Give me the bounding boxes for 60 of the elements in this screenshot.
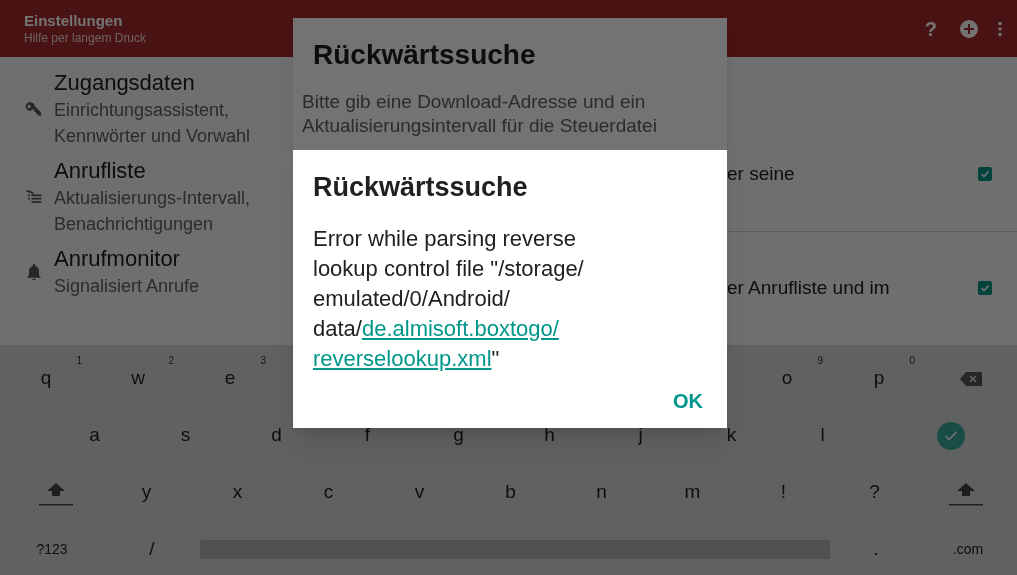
keyboard-key[interactable]: v [414,478,425,507]
error-message: Error while parsing reverse lookup control file "/storage/ emulated/0/Android/ data/de.almisoft.boxtogo/ reverselookup.xml" [313,225,585,373]
checkbox[interactable] [978,167,992,181]
keyboard-key[interactable]: c [323,478,334,507]
keyboard-key[interactable]: f [364,421,371,450]
keyboard-key[interactable]: p [873,364,885,393]
check-icon [980,283,990,294]
setting-summary: Einrichtungsassistent, Kennwörter und Vorwahl [54,99,252,148]
keyboard-key[interactable]: y [141,478,152,507]
key-hint: 2 [168,354,174,368]
key-hint: 9 [817,354,823,368]
keyboard-key[interactable]: q [40,364,52,393]
setting-summary: Aktualisierungs-Intervall, Benachrichtigungen [54,187,252,236]
keyboard-key[interactable]: o [781,364,793,393]
keyboard-key[interactable]: l [820,421,825,450]
keyboard-key[interactable]: b [505,478,516,507]
dialog-message: Bitte gib eine Download-Adresse und ein Aktualisierungsintervall für die Steuerdatei [302,90,658,138]
setting-title: Zugangsdaten [54,69,196,97]
key-hint: 0 [909,354,915,368]
file-link[interactable]: reverselookup.xml [313,346,492,371]
setting-summary: Signalisiert Anrufe [54,275,201,298]
check-icon [944,429,958,442]
keyboard-key[interactable]: x [232,478,243,507]
keyboard-key[interactable]: n [596,478,607,507]
setting-title: er Anrufliste und im [727,276,890,301]
more-options-button[interactable] [997,20,1003,37]
file-link[interactable]: de.almisoft.boxtogo/ [361,316,559,341]
keyboard-key[interactable]: g [453,421,464,450]
keyboard-key[interactable]: j [638,421,643,450]
checkbox[interactable] [978,281,992,296]
toolbar-subtitle: Hilfe per langem Druck [24,30,148,46]
toolbar-title: Einstellungen [24,11,124,30]
keyboard-key[interactable]: ? [869,478,880,507]
key-hint: 1 [76,354,82,368]
setting-title: Anrufmonitor [54,245,181,273]
keyboard-key[interactable]: k [726,421,737,450]
bell-icon [24,262,44,282]
keyboard-key[interactable]: ! [780,478,787,507]
ok-button[interactable]: OK [669,384,707,418]
help-button[interactable]: ? [920,18,941,39]
setting-title: Anrufliste [54,157,147,185]
keyboard-key[interactable]: m [684,478,701,507]
setting-title: er seine [727,161,795,186]
key-hint: 3 [260,354,266,368]
keyboard-key[interactable]: . [873,535,879,564]
enter-key[interactable] [937,421,965,450]
dialog-title: Rückwärtssuche [312,38,537,72]
keyboard-key[interactable]: d [271,421,282,450]
check-icon [980,169,990,179]
keyboard-key[interactable]: .com [952,539,984,560]
keyboard-key[interactable]: w [131,364,145,393]
keyboard-key[interactable]: s [180,421,191,450]
dialog-title: Rückwärtssuche [313,171,529,204]
backspace-key[interactable] [960,371,982,386]
keyboard-key[interactable]: h [544,421,555,450]
keyboard-key[interactable]: / [149,535,155,564]
keyboard-key[interactable]: ?123 [36,539,68,560]
add-button[interactable] [959,18,979,39]
keyboard-key[interactable]: a [89,421,100,450]
keyboard-key[interactable]: e [224,364,236,393]
